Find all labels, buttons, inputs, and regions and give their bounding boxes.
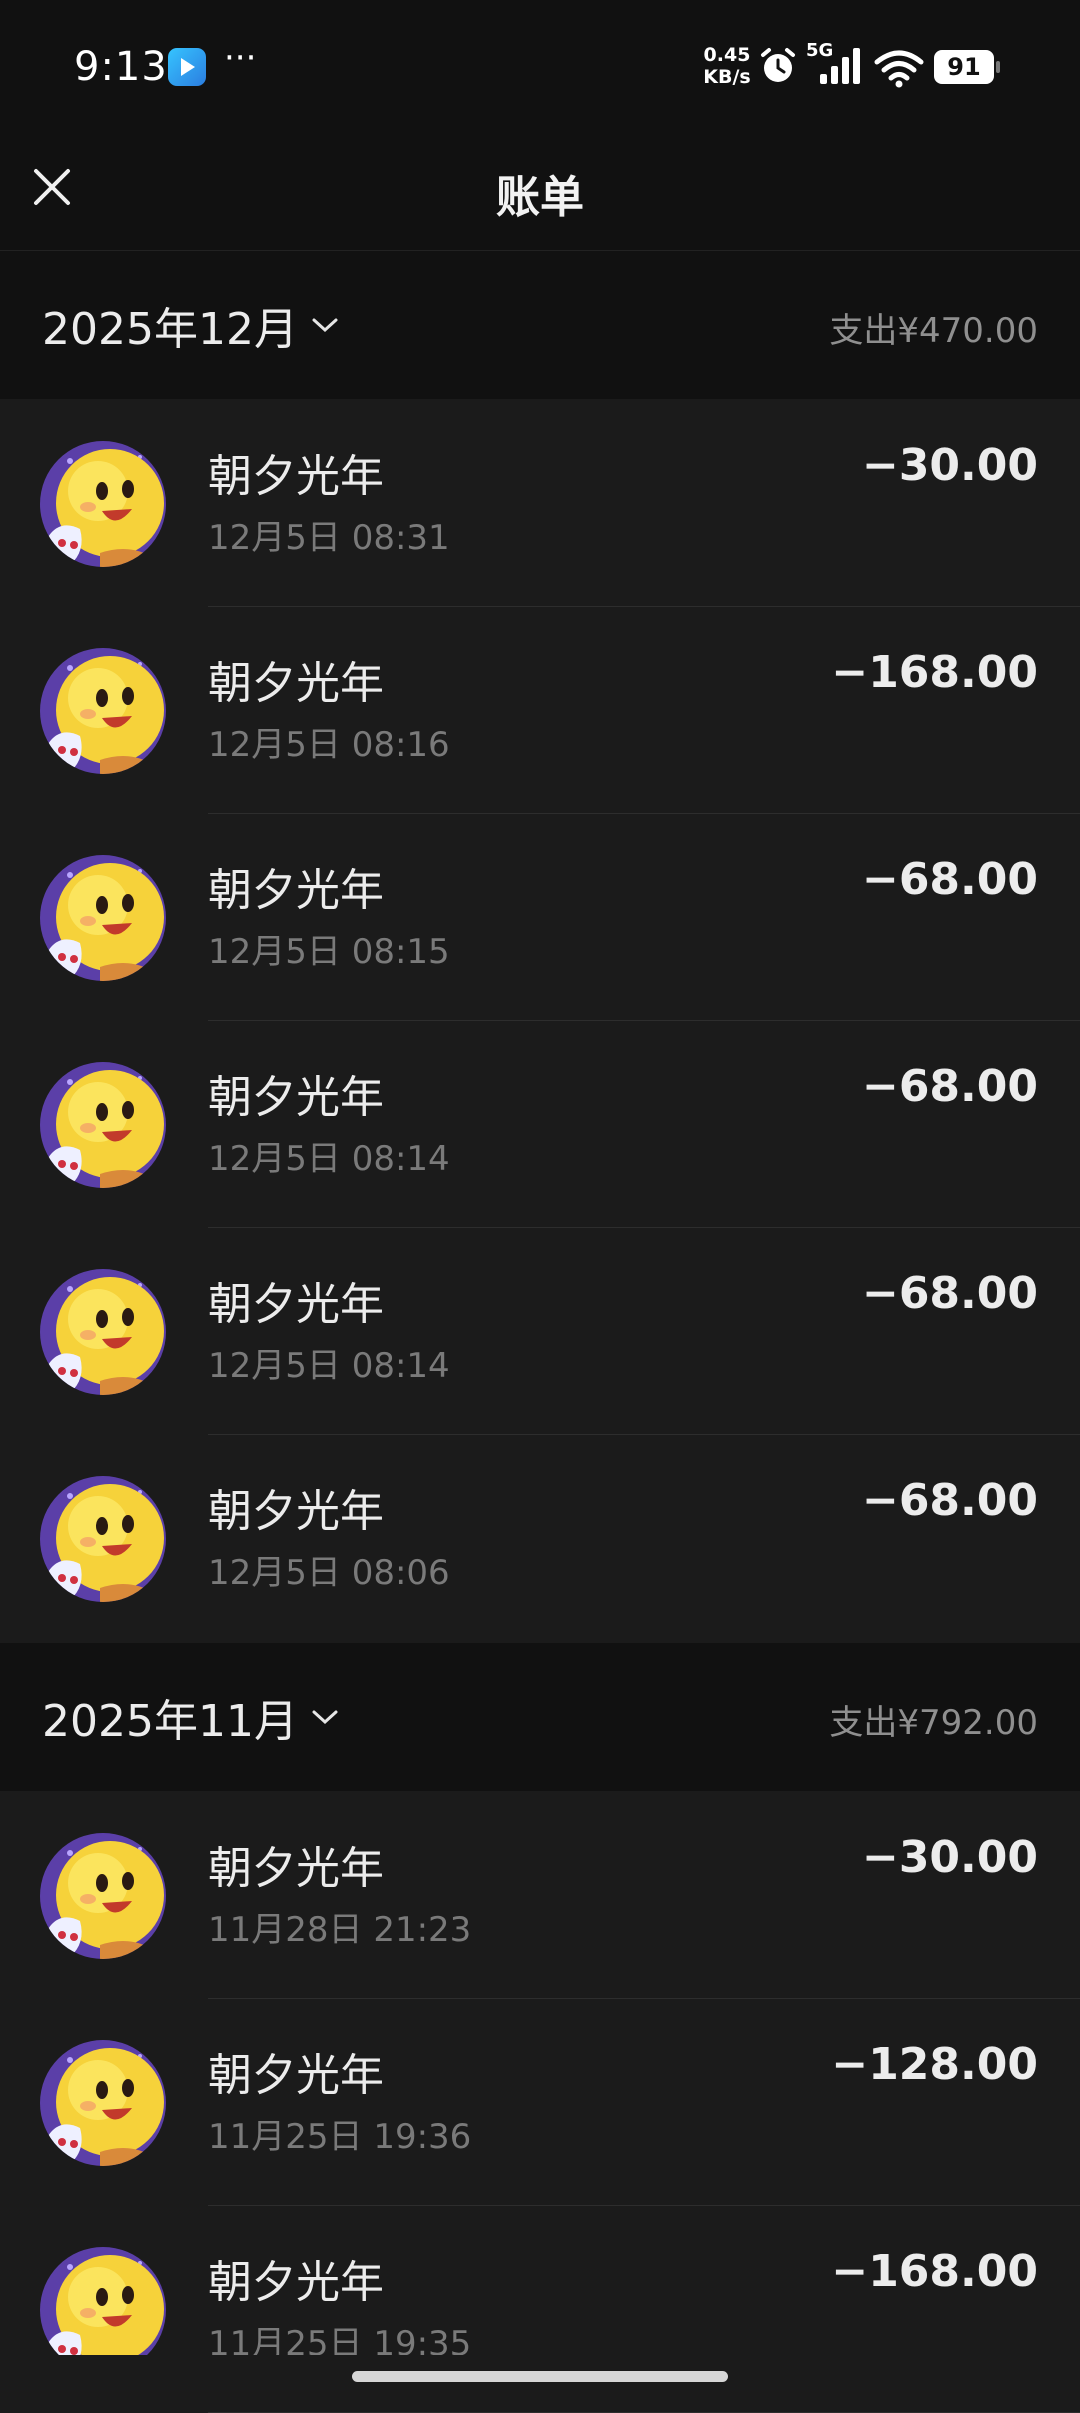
transaction-time: 11月28日 21:23 <box>208 1910 472 1950</box>
merchant-name: 朝夕光年 <box>208 1279 384 1330</box>
merchant-name: 朝夕光年 <box>208 1843 384 1894</box>
month-expense-total: 支出¥792.00 <box>829 1703 1038 1743</box>
transaction-row[interactable]: 朝夕光年 12月5日 08:16 −168.00 <box>0 607 1080 814</box>
transaction-amount: −168.00 <box>831 2246 1038 2297</box>
transaction-time: 12月5日 08:14 <box>208 1139 450 1179</box>
month-label: 2025年11月 <box>42 1696 298 1747</box>
transaction-row[interactable]: 朝夕光年 12月5日 08:31 −30.00 <box>0 400 1080 607</box>
transaction-time: 11月25日 19:36 <box>208 2117 472 2157</box>
transaction-time: 12月5日 08:31 <box>208 518 450 558</box>
merchant-name: 朝夕光年 <box>208 451 384 502</box>
transaction-amount: −168.00 <box>831 647 1038 698</box>
more-notifications-icon: ··· <box>224 38 257 78</box>
network-speed-value: 0.45 <box>703 44 751 66</box>
alarm-icon <box>761 48 795 82</box>
transaction-time: 12月5日 08:06 <box>208 1553 450 1593</box>
transaction-row[interactable]: 朝夕光年 11月25日 19:36 −128.00 <box>0 1999 1080 2206</box>
transaction-time: 12月5日 08:16 <box>208 725 450 765</box>
network-speed: 0.45 KB/s <box>700 44 754 88</box>
title-bar: 账单 <box>0 135 1080 251</box>
wifi-icon <box>874 50 924 88</box>
month-header: 2025年12月 支出¥470.00 <box>0 251 1080 399</box>
month-label: 2025年12月 <box>42 304 298 355</box>
transaction-time: 12月5日 08:14 <box>208 1346 450 1386</box>
transaction-amount: −68.00 <box>861 854 1038 905</box>
transaction-amount: −30.00 <box>861 440 1038 491</box>
merchant-avatar <box>40 855 166 981</box>
status-time: 9:13 <box>74 44 168 90</box>
transaction-amount: −128.00 <box>831 2039 1038 2090</box>
transaction-row[interactable]: 朝夕光年 11月28日 21:23 −30.00 <box>0 1792 1080 1999</box>
transaction-time: 12月5日 08:15 <box>208 932 450 972</box>
status-bar: 9:13 ··· 0.45 KB/s 5G 91 <box>0 0 1080 135</box>
transaction-amount: −68.00 <box>861 1475 1038 1526</box>
page-title: 账单 <box>496 172 584 223</box>
signal-icon <box>820 48 860 84</box>
transaction-amount: −68.00 <box>861 1268 1038 1319</box>
transaction-amount: −68.00 <box>861 1061 1038 1112</box>
transaction-amount: −30.00 <box>861 1832 1038 1883</box>
app-video-icon <box>168 48 206 86</box>
network-speed-unit: KB/s <box>703 66 751 88</box>
month-header: 2025年11月 支出¥792.00 <box>0 1643 1080 1791</box>
transaction-row[interactable]: 朝夕光年 12月5日 08:06 −68.00 <box>0 1435 1080 1642</box>
chevron-down-icon <box>312 1710 338 1725</box>
transaction-row[interactable]: 朝夕光年 12月5日 08:14 −68.00 <box>0 1228 1080 1435</box>
month-expense-total: 支出¥470.00 <box>829 311 1038 351</box>
merchant-avatar <box>40 1062 166 1188</box>
month-selector[interactable]: 2025年12月 <box>42 295 340 355</box>
merchant-name: 朝夕光年 <box>208 2257 384 2308</box>
merchant-avatar <box>40 2040 166 2166</box>
transaction-row[interactable]: 朝夕光年 12月5日 08:15 −68.00 <box>0 814 1080 1021</box>
merchant-name: 朝夕光年 <box>208 2050 384 2101</box>
merchant-name: 朝夕光年 <box>208 1072 384 1123</box>
battery-icon: 91 <box>934 50 1000 84</box>
chevron-down-icon <box>312 318 338 333</box>
transaction-row[interactable]: 朝夕光年 12月5日 08:14 −68.00 <box>0 1021 1080 1228</box>
merchant-name: 朝夕光年 <box>208 865 384 916</box>
merchant-avatar <box>40 648 166 774</box>
merchant-avatar <box>40 441 166 567</box>
merchant-avatar <box>40 1269 166 1395</box>
merchant-name: 朝夕光年 <box>208 658 384 709</box>
merchant-name: 朝夕光年 <box>208 1486 384 1537</box>
home-indicator[interactable] <box>352 2371 728 2382</box>
month-selector[interactable]: 2025年11月 <box>42 1687 340 1747</box>
merchant-avatar <box>40 1833 166 1959</box>
merchant-avatar <box>40 1476 166 1602</box>
